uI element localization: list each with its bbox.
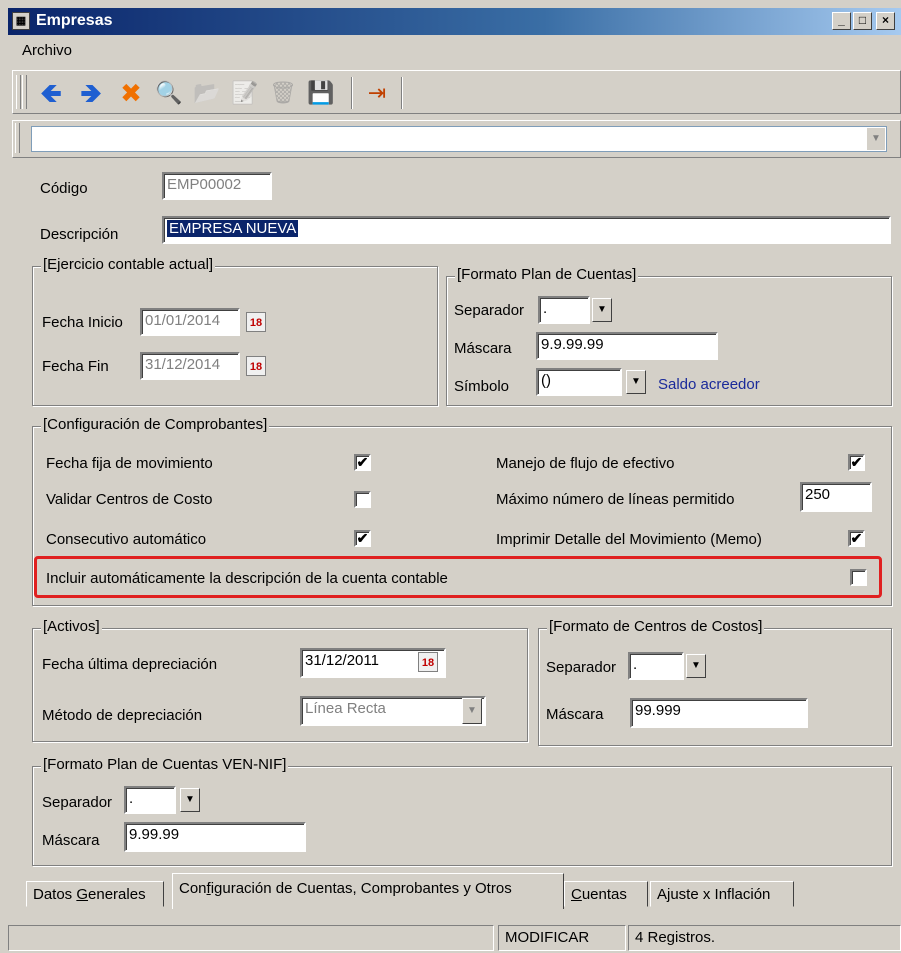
descripcion-label: Descripción xyxy=(40,226,119,243)
tab-datos-generales[interactable]: Datos Generales xyxy=(26,881,164,907)
centros-title: [Formato de Centros de Costos] xyxy=(547,618,765,635)
codigo-label: Código xyxy=(40,180,88,197)
fecha-fin-field[interactable]: 31/12/2014 xyxy=(140,352,240,380)
flujo-checkbox[interactable]: ✔ xyxy=(848,454,865,471)
chevron-down-icon[interactable]: ▼ xyxy=(462,698,482,724)
calendar-icon[interactable]: 18 xyxy=(246,356,266,376)
centros-mascara-field[interactable]: 99.999 xyxy=(630,698,808,728)
metodo-label: Método de depreciación xyxy=(42,707,203,724)
calendar-icon[interactable]: 18 xyxy=(246,312,266,332)
fecha-fija-checkbox[interactable]: ✔ xyxy=(354,454,371,471)
calendar-icon[interactable]: 18 xyxy=(418,652,438,672)
fecha-inicio-field[interactable]: 01/01/2014 xyxy=(140,308,240,336)
search-icon[interactable]: 🔍 xyxy=(153,77,185,109)
trash-icon[interactable]: 🗑 xyxy=(267,77,299,109)
simbolo-select[interactable]: () xyxy=(536,368,622,396)
mascara-label: Máscara xyxy=(454,340,512,357)
ven-nif-separador-label: Separador xyxy=(42,794,113,811)
tab-cuentas[interactable]: Cuentas xyxy=(564,881,648,907)
max-lineas-field[interactable]: 250 xyxy=(800,482,872,512)
tab-label: enerales xyxy=(88,886,146,903)
mascara-field[interactable]: 9.9.99.99 xyxy=(536,332,718,360)
tab-configuracion[interactable]: Configuración de Cuentas, Comprobantes y… xyxy=(172,873,564,909)
save-icon[interactable]: 💾 xyxy=(305,77,337,109)
centros-group: [Formato de Centros de Costos] xyxy=(538,618,892,746)
toolbar-separator-2 xyxy=(401,77,403,109)
ejercicio-title: [Ejercicio contable actual] xyxy=(41,256,216,273)
new-folder-icon[interactable]: 📂 xyxy=(191,77,223,109)
arrow-right-icon[interactable]: 🡺 xyxy=(75,77,107,109)
combo-grip xyxy=(15,123,20,153)
fecha-inicio-label: Fecha Inicio xyxy=(42,314,123,331)
saldo-acreedor-label: Saldo acreedor xyxy=(658,376,760,393)
fecha-fija-label: Fecha fija de movimiento xyxy=(46,455,213,472)
status-bar: MODIFICAR 4 Registros. xyxy=(8,921,901,953)
record-combo[interactable]: ▼ xyxy=(31,126,887,152)
chevron-down-icon[interactable]: ▼ xyxy=(867,128,885,150)
delete-icon[interactable]: ✖ xyxy=(115,77,147,109)
chevron-down-icon[interactable]: ▼ xyxy=(686,654,706,678)
ven-nif-mascara-label: Máscara xyxy=(42,832,100,849)
maximize-button[interactable]: □ xyxy=(853,12,872,30)
arrow-left-icon[interactable]: 🡸 xyxy=(35,77,67,109)
edit-icon[interactable]: 📝 xyxy=(229,77,261,109)
status-mode: MODIFICAR xyxy=(498,925,626,951)
tab-strip: Datos Generales Configuración de Cuentas… xyxy=(22,873,901,913)
comprobantes-title: [Configuración de Comprobantes] xyxy=(41,416,270,433)
toolbar-grip[interactable] xyxy=(16,75,21,109)
toolbar: 🡸 🡺 ✖ 🔍 📂 📝 🗑 💾 ⇥ xyxy=(12,70,901,114)
fecha-fin-label: Fecha Fin xyxy=(42,358,109,375)
tab-label: Datos xyxy=(33,886,77,903)
separador-select[interactable]: . xyxy=(538,296,590,324)
exit-icon[interactable]: ⇥ xyxy=(361,77,393,109)
metodo-select[interactable]: Línea Recta xyxy=(300,696,486,726)
descripcion-field[interactable]: EMPRESA NUEVA xyxy=(162,216,891,244)
activos-title: [Activos] xyxy=(41,618,102,635)
consecutivo-checkbox[interactable]: ✔ xyxy=(354,530,371,547)
centros-mascara-label: Máscara xyxy=(546,706,604,723)
close-button[interactable]: × xyxy=(876,12,895,30)
codigo-field[interactable]: EMP00002 xyxy=(162,172,272,200)
highlight-box xyxy=(34,556,882,598)
separador-label: Separador xyxy=(454,302,525,319)
imprimir-label: Imprimir Detalle del Movimiento (Memo) xyxy=(496,531,762,548)
max-lineas-label: Máximo número de líneas permitido xyxy=(496,491,735,508)
validar-label: Validar Centros de Costo xyxy=(46,491,213,508)
empresas-window: ▦ Empresas _ □ × Archivo 🡸 🡺 ✖ 🔍 📂 📝 🗑 💾… xyxy=(0,0,901,953)
plan-cuentas-title: [Formato Plan de Cuentas] xyxy=(455,266,639,283)
tab-label: iguración de Cuentas, Comprobantes y Otr… xyxy=(210,880,512,897)
validar-checkbox[interactable] xyxy=(354,491,371,508)
tab-label: Con xyxy=(179,880,207,897)
ven-nif-mascara-field[interactable]: 9.99.99 xyxy=(124,822,306,852)
chevron-down-icon[interactable]: ▼ xyxy=(592,298,612,322)
descripcion-value: EMPRESA NUEVA xyxy=(167,220,299,237)
tab-label: uentas xyxy=(581,886,627,903)
chevron-down-icon[interactable]: ▼ xyxy=(180,788,200,812)
tab-label-accel: C xyxy=(571,886,582,903)
status-pane-main xyxy=(8,925,494,951)
toolbar-grip-2 xyxy=(22,75,27,109)
tab-label-accel: G xyxy=(76,886,89,903)
centros-separador-select[interactable]: . xyxy=(628,652,684,680)
consecutivo-label: Consecutivo automático xyxy=(46,531,207,548)
simbolo-label: Símbolo xyxy=(454,378,510,395)
tab-ajuste[interactable]: Ajuste x Inflación xyxy=(650,881,794,907)
ven-nif-title: [Formato Plan de Cuentas VEN-NIF] xyxy=(41,756,289,773)
minimize-button[interactable]: _ xyxy=(832,12,851,30)
app-icon[interactable]: ▦ xyxy=(12,12,30,30)
ven-nif-separador-select[interactable]: . xyxy=(124,786,176,814)
record-combo-bar: ▼ xyxy=(12,120,901,158)
menu-archivo[interactable]: Archivo xyxy=(22,42,72,59)
imprimir-checkbox[interactable]: ✔ xyxy=(848,530,865,547)
fecha-dep-label: Fecha última depreciación xyxy=(42,656,218,673)
title-bar: ▦ Empresas _ □ × xyxy=(8,8,901,35)
ejercicio-group: [Ejercicio contable actual] xyxy=(32,256,438,406)
chevron-down-icon[interactable]: ▼ xyxy=(626,370,646,394)
flujo-label: Manejo de flujo de efectivo xyxy=(496,455,675,472)
toolbar-separator xyxy=(351,77,353,109)
status-records: 4 Registros. xyxy=(628,925,901,951)
centros-separador-label: Separador xyxy=(546,659,617,676)
window-title: Empresas xyxy=(36,12,113,29)
